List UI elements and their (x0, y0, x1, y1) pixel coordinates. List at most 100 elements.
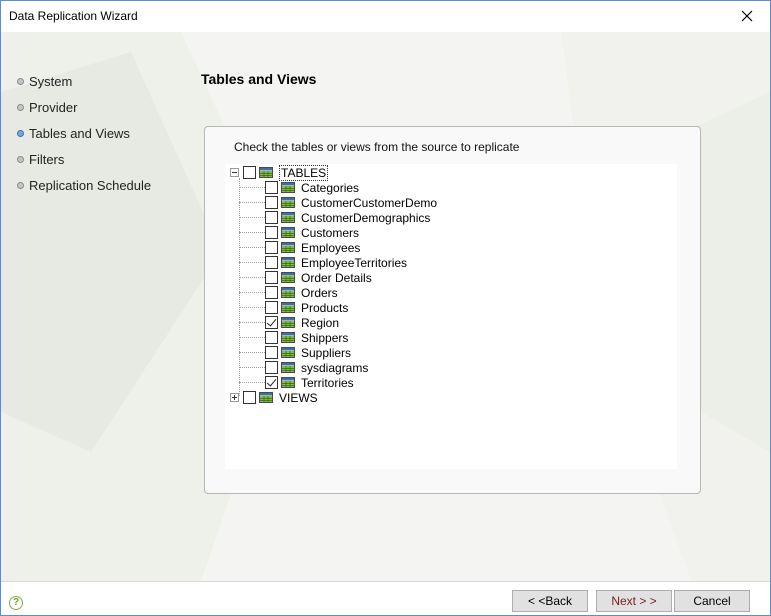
table-icon (281, 377, 295, 388)
table-icon (281, 197, 295, 208)
table-icon (281, 242, 295, 253)
nav-step-replication-schedule[interactable]: Replication Schedule (17, 178, 151, 204)
nav-step-tables-and-views[interactable]: Tables and Views (17, 126, 151, 152)
table-icon (281, 347, 295, 358)
tree-node-label: EmployeeTerritories (301, 255, 408, 270)
tree-checkbox[interactable] (243, 391, 256, 404)
tree-node-table[interactable]: Products (265, 300, 348, 315)
close-icon (741, 10, 753, 22)
wizard-footer: ? < <Back Next > > Cancel (1, 581, 770, 615)
nav-step-filters[interactable]: Filters (17, 152, 151, 178)
step-bullet-icon (17, 104, 24, 111)
table-icon (259, 392, 273, 403)
collapse-icon[interactable] (230, 168, 239, 177)
nav-step-label: Tables and Views (29, 126, 130, 141)
wizard-content: System Provider Tables and Views Filters… (1, 32, 770, 581)
tree-connector-line (239, 382, 265, 383)
tree-node-table[interactable]: CustomerDemographics (265, 210, 430, 225)
tree-connector-line (239, 178, 240, 396)
tree-connector-line (239, 217, 265, 218)
tree-connector-line (239, 367, 265, 368)
page-title: Tables and Views (201, 71, 317, 87)
tree-checkbox[interactable] (265, 286, 278, 299)
table-icon (281, 332, 295, 343)
tree-node-label: VIEWS (279, 390, 318, 405)
tree-checkbox[interactable] (265, 226, 278, 239)
tree-node-views[interactable]: VIEWS (230, 390, 318, 405)
tree-checkbox[interactable] (265, 331, 278, 344)
table-icon (281, 182, 295, 193)
tree-checkbox[interactable] (265, 361, 278, 374)
tree-node-table[interactable]: Territories (265, 375, 354, 390)
tree-node-label: Products (301, 300, 349, 315)
close-button[interactable] (724, 1, 770, 32)
tree-checkbox[interactable] (265, 346, 278, 359)
table-icon (281, 287, 295, 298)
tree-node-label: TABLES (279, 164, 329, 181)
wizard-steps-nav: System Provider Tables and Views Filters… (17, 74, 151, 204)
tree-node-label: Customers (301, 225, 360, 240)
back-button[interactable]: < <Back (512, 590, 588, 612)
tree-node-table[interactable]: Region (265, 315, 339, 330)
tree-node-table[interactable]: Orders (265, 285, 338, 300)
tree-node-label: Territories (301, 375, 354, 390)
window-title: Data Replication Wizard (9, 9, 138, 23)
tree-node-label: Orders (301, 285, 338, 300)
tree-checkbox[interactable] (265, 181, 278, 194)
step-bullet-icon (17, 156, 24, 163)
table-icon (281, 212, 295, 223)
tree-checkbox[interactable] (265, 271, 278, 284)
tree-node-table[interactable]: Employees (265, 240, 360, 255)
tree-node-table[interactable]: Customers (265, 225, 359, 240)
table-icon (281, 317, 295, 328)
step-bullet-active-icon (17, 130, 24, 137)
expand-icon[interactable] (230, 393, 239, 402)
tree-node-table[interactable]: sysdiagrams (265, 360, 368, 375)
selection-panel: Check the tables or views from the sourc… (204, 126, 701, 494)
tree-node-label: Region (301, 315, 340, 330)
tree-checkbox[interactable] (265, 196, 278, 209)
tree-node-label: Employees (301, 240, 361, 255)
tree-node-table[interactable]: Suppliers (265, 345, 351, 360)
instructions-text: Check the tables or views from the sourc… (234, 140, 520, 154)
step-bullet-icon (17, 182, 24, 189)
tree-node-table[interactable]: Order Details (265, 270, 372, 285)
tree-node-table[interactable]: CustomerCustomerDemo (265, 195, 437, 210)
tree-connector-line (239, 337, 265, 338)
tree-connector-line (239, 187, 265, 188)
tree-connector-line (239, 307, 265, 308)
tree-node-label: Shippers (301, 330, 349, 345)
tree-connector-line (239, 232, 265, 233)
nav-step-label: System (29, 74, 73, 89)
help-icon[interactable]: ? (9, 596, 23, 610)
tree-node-label: CustomerCustomerDemo (301, 195, 438, 210)
tree-node-label: CustomerDemographics (301, 210, 431, 225)
table-icon (281, 227, 295, 238)
tree-node-table[interactable]: Categories (265, 180, 359, 195)
tree-connector-line (239, 262, 265, 263)
cancel-button[interactable]: Cancel (674, 590, 750, 612)
tree-checkbox[interactable] (243, 166, 256, 179)
tree-node-table[interactable]: Shippers (265, 330, 348, 345)
nav-step-label: Filters (29, 152, 65, 167)
tree-connector-line (239, 352, 265, 353)
tree-checkbox[interactable] (265, 241, 278, 254)
tables-views-tree[interactable]: TABLES Categories CustomerCustomerDemo Cust… (225, 164, 677, 469)
nav-step-provider[interactable]: Provider (17, 100, 151, 126)
nav-step-label: Provider (29, 100, 78, 115)
nav-step-system[interactable]: System (17, 74, 151, 100)
tree-node-label: Categories (301, 180, 360, 195)
tree-checkbox[interactable] (265, 211, 278, 224)
table-icon (281, 302, 295, 313)
tree-connector-line (239, 277, 265, 278)
tree-checkbox[interactable] (265, 256, 278, 269)
tree-checkbox[interactable] (265, 376, 278, 389)
tree-node-table[interactable]: EmployeeTerritories (265, 255, 407, 270)
tree-checkbox[interactable] (265, 316, 278, 329)
tree-node-tables[interactable]: TABLES (230, 164, 329, 181)
next-button[interactable]: Next > > (596, 590, 672, 612)
table-icon (259, 167, 273, 178)
tree-checkbox[interactable] (265, 301, 278, 314)
table-icon (281, 272, 295, 283)
wizard-window: Data Replication Wizard System Provider … (0, 0, 771, 616)
